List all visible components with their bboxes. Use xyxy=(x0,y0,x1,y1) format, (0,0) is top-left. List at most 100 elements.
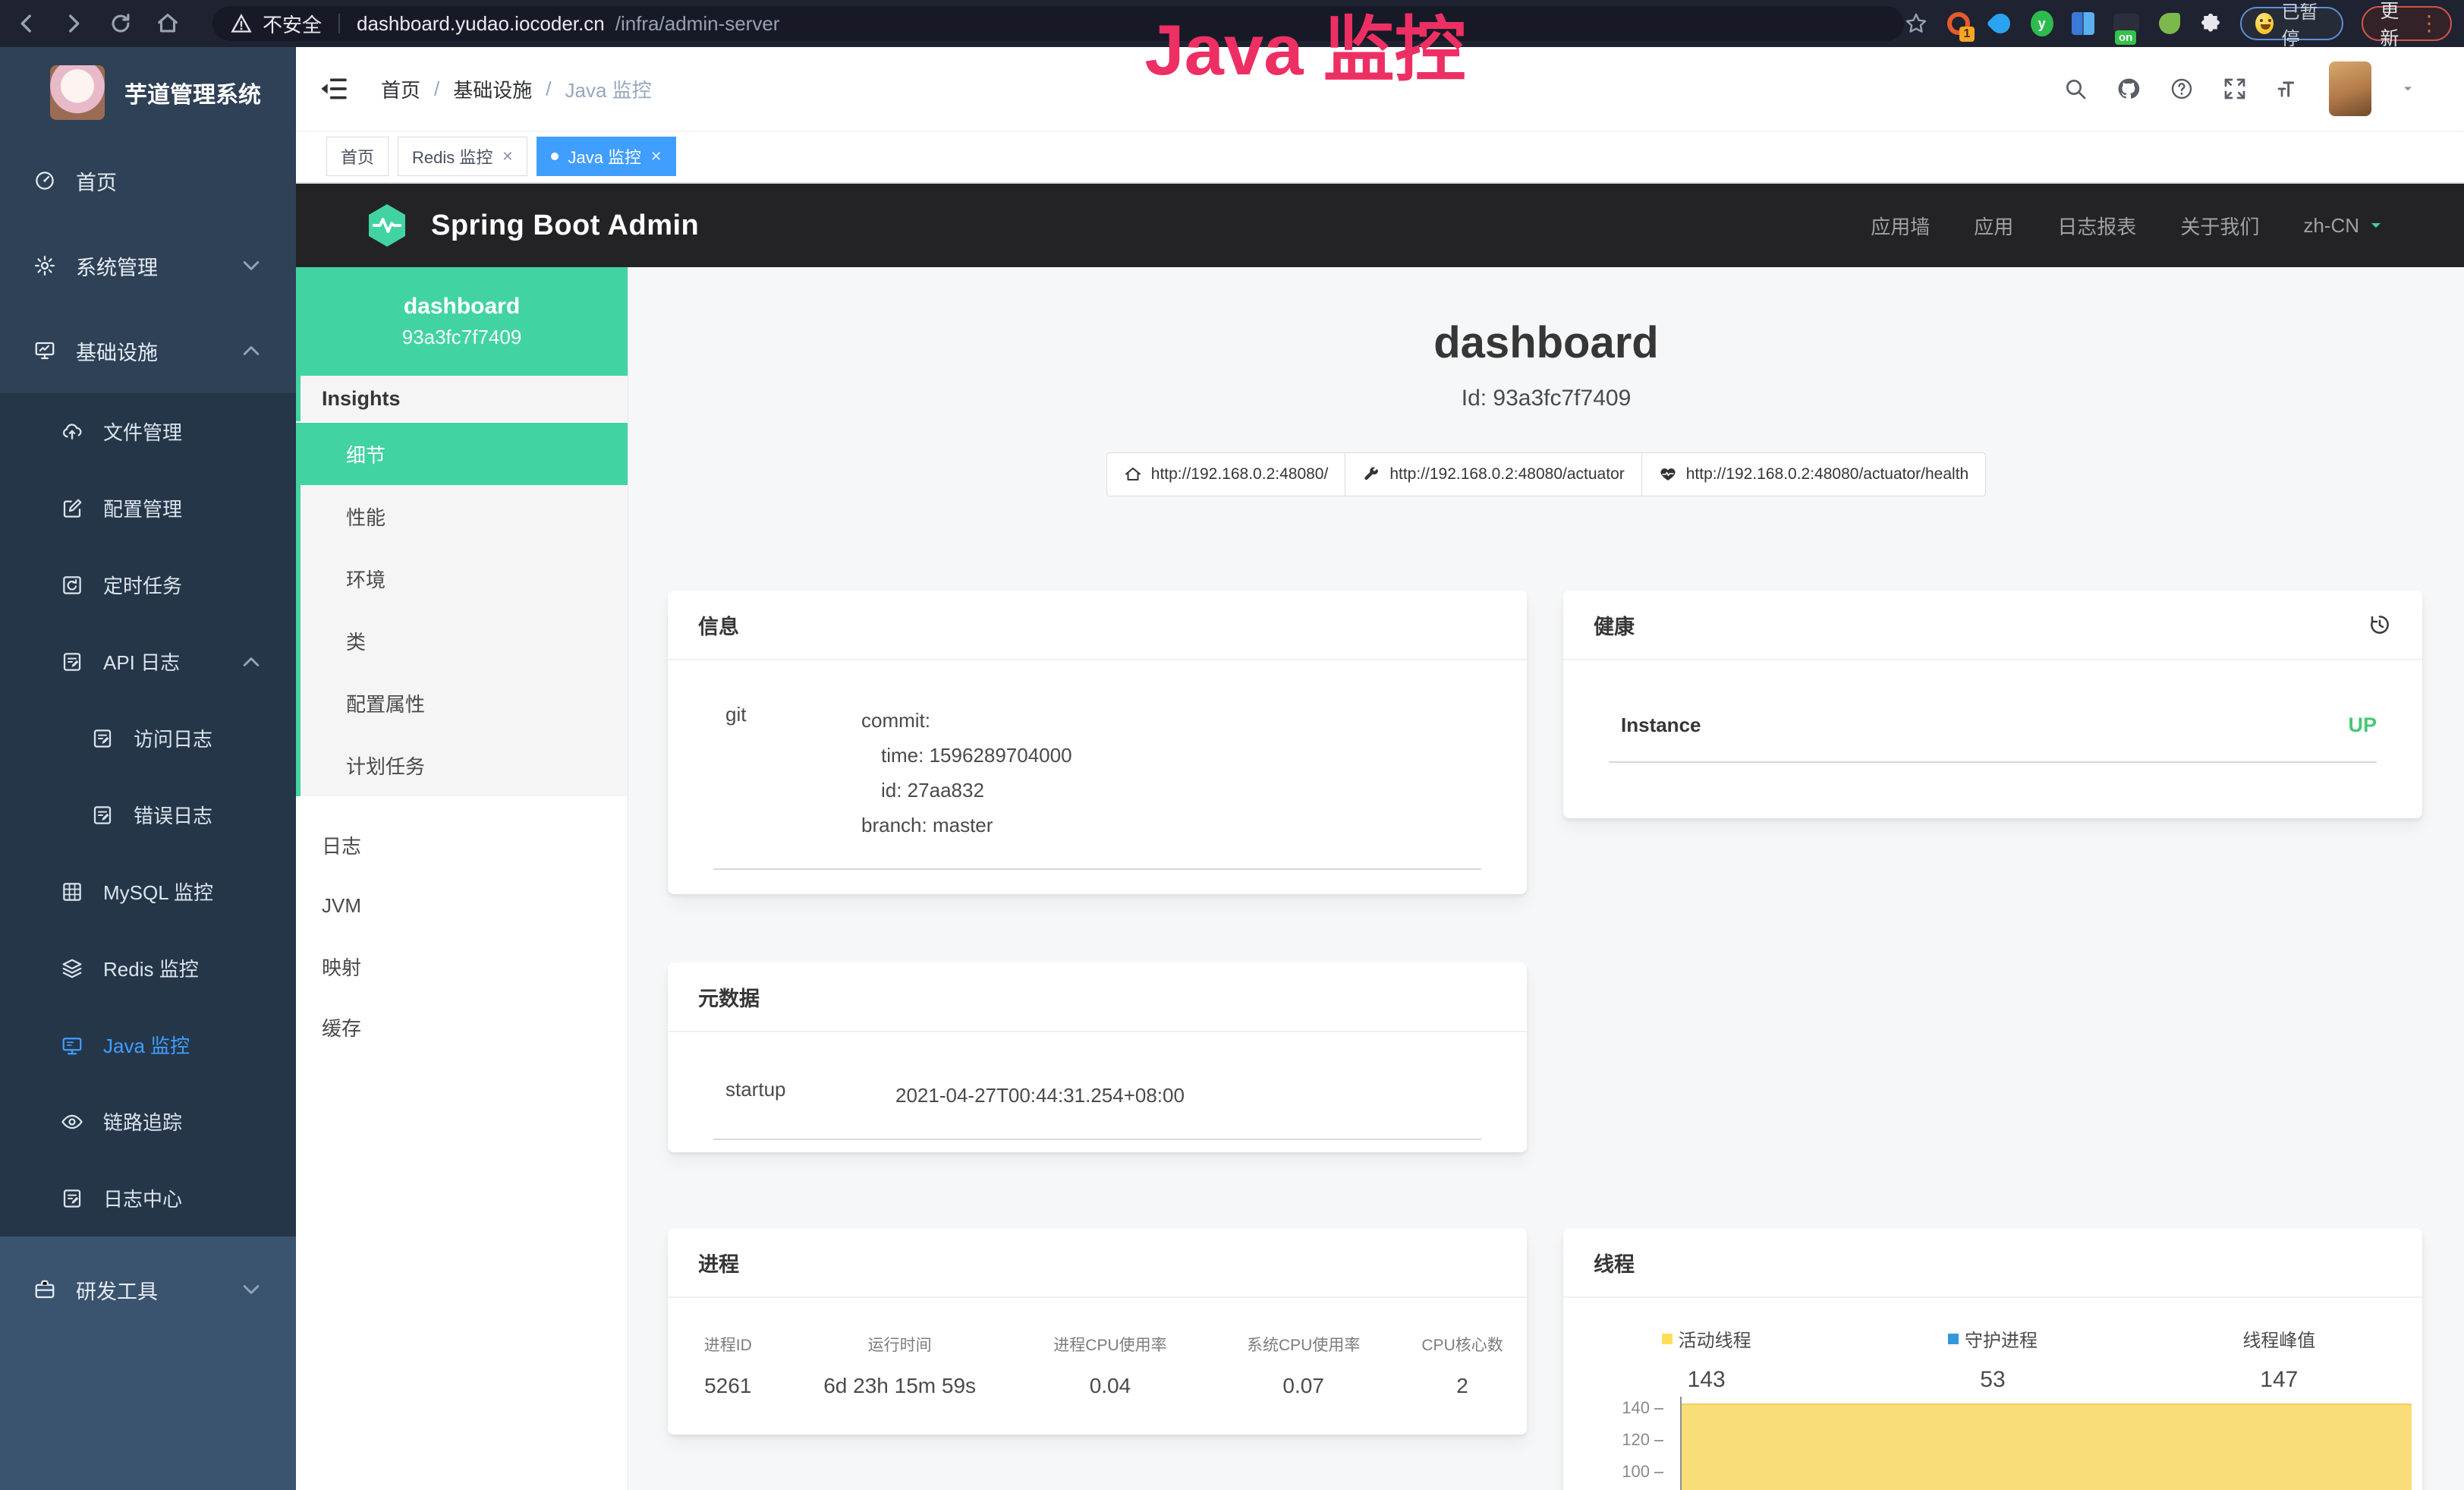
sidebar-collapse-icon[interactable] xyxy=(319,74,349,104)
sidebar-item-infra[interactable]: 基础设施 xyxy=(0,308,296,393)
history-icon[interactable] xyxy=(2368,613,2392,637)
home-icon xyxy=(1124,465,1142,484)
metadata-card-title: 元数据 xyxy=(698,982,760,1012)
app-sidebar: 芋道管理系统 首页 系统管理 基础设施 文件管理 配置管理 xyxy=(0,47,296,1490)
extension-icon-pin[interactable] xyxy=(1988,10,2012,37)
sidebar-item-redis-monitor[interactable]: Redis 监控 xyxy=(0,930,296,1006)
search-icon[interactable] xyxy=(2063,77,2088,101)
sidebar-item-access-log[interactable]: 访问日志 xyxy=(0,700,296,777)
sba-menu-details[interactable]: 细节 xyxy=(296,423,628,485)
status-badge: UP xyxy=(2348,713,2377,737)
form-icon xyxy=(91,804,114,827)
health-row-label: Instance xyxy=(1609,713,1701,737)
breadcrumb-separator: / xyxy=(546,77,551,101)
screen: 不安全 dashboard.yudao.iocoder.cn /infra/ad… xyxy=(0,0,2464,1490)
extension-icon-green[interactable]: y xyxy=(2031,11,2053,36)
sba-menu-mappings[interactable]: 映射 xyxy=(296,936,628,997)
sba-nav-about[interactable]: 关于我们 xyxy=(2180,212,2259,240)
github-icon[interactable] xyxy=(2116,77,2141,101)
y-tick-140: 140 xyxy=(1591,1398,1663,1418)
sidebar-item-log-center[interactable]: 日志中心 xyxy=(0,1160,296,1236)
edit-square-icon xyxy=(61,650,83,673)
service-url-button[interactable]: http://192.168.0.2:48080/ xyxy=(1106,452,1346,496)
emoji-face-icon xyxy=(2255,13,2274,34)
browser-toolbar-right: 1 y on 已暂停 更新 ⋮ xyxy=(1904,6,2464,41)
sidebar-item-dev-tools[interactable]: 研发工具 xyxy=(0,1247,296,1332)
page-subtitle: Id: 93a3fc7f7409 xyxy=(628,386,2464,411)
sba-content: dashboard Id: 93a3fc7f7409 http://192.16… xyxy=(628,267,2464,1490)
extension-icon-grid[interactable] xyxy=(2072,10,2095,37)
browser-home-icon[interactable] xyxy=(155,11,181,36)
not-secure-warning-icon xyxy=(231,13,252,34)
sidebar-item-mysql-monitor[interactable]: MySQL 监控 xyxy=(0,853,296,930)
daemon-threads-value: 53 xyxy=(1849,1367,2135,1393)
threads-legend: 活动线程 守护进程 线程峰值 xyxy=(1563,1325,2422,1352)
extension-icon-leaf[interactable] xyxy=(2157,10,2181,37)
sba-nav-applications[interactable]: 应用 xyxy=(1974,212,2013,240)
kebab-menu-icon[interactable]: ⋮ xyxy=(2418,13,2440,34)
heartbeat-icon xyxy=(1659,465,1677,484)
help-icon[interactable] xyxy=(2170,77,2194,101)
sba-menu-classes[interactable]: 类 xyxy=(296,610,628,672)
instance-header[interactable]: dashboard 93a3fc7f7409 xyxy=(296,267,628,376)
font-size-icon[interactable] xyxy=(2276,77,2300,101)
bookmark-star-icon[interactable] xyxy=(1904,11,1928,36)
user-avatar[interactable] xyxy=(2329,61,2371,116)
close-icon[interactable]: ✕ xyxy=(650,149,662,165)
extension-icon-switch[interactable]: on xyxy=(2113,10,2139,37)
threads-values: 143 53 147 xyxy=(1563,1367,2422,1393)
health-url-button[interactable]: http://192.168.0.2:48080/actuator/health xyxy=(1641,452,1986,496)
sidebar-item-java-monitor[interactable]: Java 监控 xyxy=(0,1006,296,1083)
breadcrumb-home[interactable]: 首页 xyxy=(381,75,420,103)
browser-back-icon[interactable] xyxy=(14,11,39,36)
browser-update-button[interactable]: 更新 ⋮ xyxy=(2362,6,2452,41)
extension-icon-orange[interactable]: 1 xyxy=(1946,10,1970,37)
active-dot-icon xyxy=(551,153,559,160)
grid-icon xyxy=(61,880,83,903)
process-table: 进程ID 运行时间 进程CPU使用率 系统CPU使用率 CPU核心数 5261 … xyxy=(668,1333,1527,1398)
breadcrumb-infra[interactable]: 基础设施 xyxy=(453,75,532,103)
sba-menu-caches[interactable]: 缓存 xyxy=(296,997,628,1057)
gear-icon xyxy=(33,254,56,277)
tab-redis-monitor[interactable]: Redis 监控 ✕ xyxy=(398,137,527,176)
sba-menu-logs[interactable]: 日志 xyxy=(296,814,628,875)
main-area: 首页 / 基础设施 / Java 监控 首页 Redis 监控 xyxy=(296,47,2464,1490)
sidebar-item-scheduled-jobs[interactable]: 定时任务 xyxy=(0,547,296,623)
sba-locale-select[interactable]: zh-CN xyxy=(2303,214,2385,238)
sba-menu-jvm[interactable]: JVM xyxy=(296,875,628,936)
close-icon[interactable]: ✕ xyxy=(502,149,513,165)
sba-menu-environment[interactable]: 环境 xyxy=(296,547,628,610)
sidebar-bottom: 研发工具 xyxy=(0,1236,296,1490)
extensions-puzzle-icon[interactable] xyxy=(2199,12,2222,35)
sidebar-item-system[interactable]: 系统管理 xyxy=(0,223,296,308)
sidebar-item-config-manage[interactable]: 配置管理 xyxy=(0,470,296,547)
tab-home[interactable]: 首页 xyxy=(326,137,389,176)
metadata-card: 元数据 startup 2021-04-27T00:44:31.254+08:0… xyxy=(668,962,1527,1152)
address-bar[interactable]: 不安全 dashboard.yudao.iocoder.cn /infra/ad… xyxy=(212,6,1904,41)
sidebar-item-file-manage[interactable]: 文件管理 xyxy=(0,393,296,470)
sidebar-item-api-log[interactable]: API 日志 xyxy=(0,623,296,700)
browser-reload-icon[interactable] xyxy=(108,11,134,36)
sba-nav-wallboard[interactable]: 应用墙 xyxy=(1871,212,1930,240)
briefcase-icon xyxy=(33,1278,56,1301)
tab-java-monitor[interactable]: Java 监控 ✕ xyxy=(537,137,676,176)
sba-menu-scheduled-tasks[interactable]: 计划任务 xyxy=(296,734,628,796)
process-card: 进程 进程ID 运行时间 进程CPU使用率 系统CPU使用率 CPU核心数 52… xyxy=(668,1228,1527,1435)
app-logo[interactable]: 芋道管理系统 xyxy=(0,47,296,138)
browser-forward-icon[interactable] xyxy=(61,11,87,36)
sidebar-item-home[interactable]: 首页 xyxy=(0,138,296,223)
form-icon xyxy=(61,1187,83,1210)
cloud-upload-icon xyxy=(61,421,83,443)
profile-paused-badge[interactable]: 已暂停 xyxy=(2240,7,2343,40)
caret-down-icon[interactable] xyxy=(2400,81,2415,96)
navbar-actions xyxy=(2063,61,2415,116)
sba-menu-config-props[interactable]: 配置属性 xyxy=(296,672,628,734)
sba-nav-journal[interactable]: 日志报表 xyxy=(2057,212,2136,240)
sidebar-item-tracing[interactable]: 链路追踪 xyxy=(0,1083,296,1160)
sidebar-item-error-log[interactable]: 错误日志 xyxy=(0,777,296,853)
sba-menu-metrics[interactable]: 性能 xyxy=(296,485,628,547)
actuator-url-button[interactable]: http://192.168.0.2:48080/actuator xyxy=(1345,452,1641,496)
health-card: 健康 Instance UP xyxy=(1563,591,2422,818)
fullscreen-icon[interactable] xyxy=(2223,77,2247,101)
breadcrumb: 首页 / 基础设施 / Java 监控 xyxy=(381,75,652,103)
